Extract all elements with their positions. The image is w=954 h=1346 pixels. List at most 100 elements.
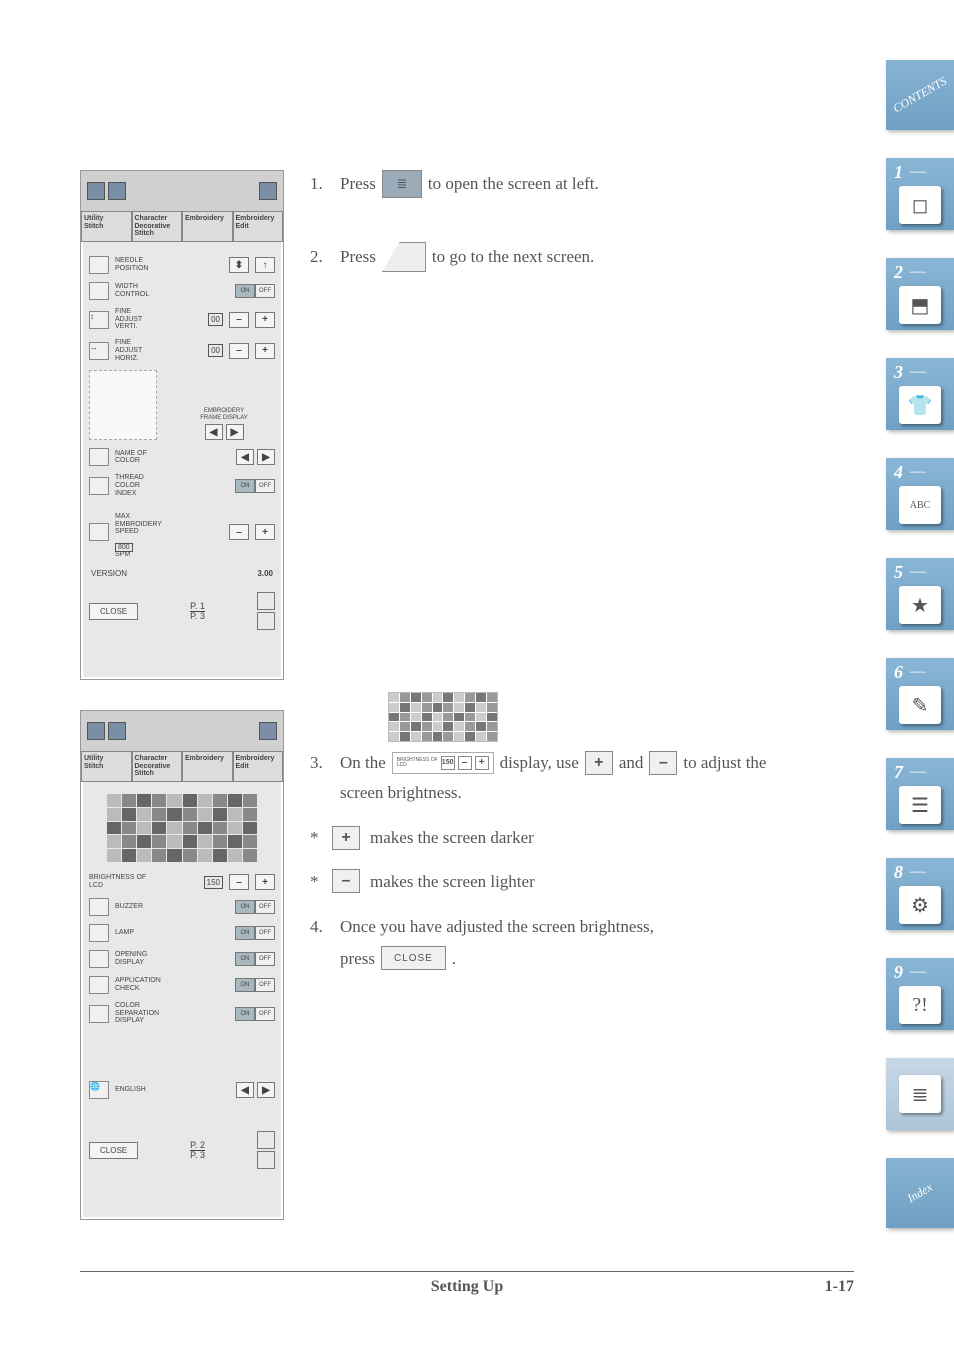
tab-chapter-7[interactable]: 7 — ☰ xyxy=(886,758,954,830)
tab-icon: ★ xyxy=(899,586,941,624)
tab-dash: — xyxy=(910,963,926,981)
brightness-inline-readout: BRIGHTNESS OF LCD 150 – + xyxy=(392,752,494,774)
step-2: 2. Press to go to the next screen. xyxy=(310,242,840,272)
tab-dash: — xyxy=(910,563,926,581)
tab-icon: ?! xyxy=(899,986,941,1024)
opening-toggle[interactable]: ONOFF xyxy=(235,952,275,966)
tab-num: 2 xyxy=(894,262,903,283)
frame-next[interactable]: ▶ xyxy=(226,424,244,440)
step-number: 4. xyxy=(310,914,334,940)
fine-horiz-value: 00 xyxy=(208,344,223,357)
frame-prev[interactable]: ◀ xyxy=(205,424,223,440)
width-toggle[interactable]: ONOFF xyxy=(235,284,275,298)
page-down-icon[interactable] xyxy=(257,1151,275,1169)
plus-button[interactable]: + xyxy=(332,826,360,850)
tab-utility[interactable]: Utility Stitch xyxy=(81,751,132,782)
page-up-icon[interactable] xyxy=(257,592,275,610)
tab-num: 5 xyxy=(894,562,903,583)
tab-chapter-5[interactable]: 5 — ★ xyxy=(886,558,954,630)
next-page-icon[interactable] xyxy=(382,242,426,272)
tab-decorative[interactable]: Character Decorative Stitch xyxy=(132,211,183,242)
fine-horiz-plus[interactable]: + xyxy=(255,343,275,359)
tab-dash: — xyxy=(910,163,926,181)
tab-icon: ⚙ xyxy=(899,886,941,924)
appcheck-toggle[interactable]: ONOFF xyxy=(235,978,275,992)
brightness-plus[interactable]: + xyxy=(255,874,275,890)
tab-chapter-4[interactable]: 4 — ABC xyxy=(886,458,954,530)
fine-horiz-label: FINE ADJUST HORIZ. xyxy=(115,339,202,362)
page-footer: Setting Up 1-17 xyxy=(80,1271,854,1296)
lang-prev[interactable]: ◀ xyxy=(236,1082,254,1098)
page-down-icon[interactable] xyxy=(257,612,275,630)
tab-icon: ⬒ xyxy=(899,286,941,324)
lang-next[interactable]: ▶ xyxy=(257,1082,275,1098)
colorsep-toggle[interactable]: ONOFF xyxy=(235,1007,275,1021)
speed-minus[interactable]: – xyxy=(229,524,249,540)
step-number: 2. xyxy=(310,244,334,270)
thread-toggle[interactable]: ONOFF xyxy=(235,479,275,493)
tab-embedit[interactable]: Embroidery Edit xyxy=(233,211,284,242)
plus-button[interactable]: + xyxy=(585,751,613,775)
tab-chapter-1[interactable]: 1 — ◻ xyxy=(886,158,954,230)
close-button[interactable]: CLOSE xyxy=(89,603,138,620)
namecolor-icon xyxy=(89,448,109,466)
horiz-icon: ↔ xyxy=(89,342,109,360)
minus-button[interactable]: – xyxy=(649,751,677,775)
note-darker: * + makes the screen darker xyxy=(310,825,840,851)
tab-dash: — xyxy=(910,263,926,281)
name-prev[interactable]: ◀ xyxy=(236,449,254,465)
minus-button[interactable]: – xyxy=(332,869,360,893)
fine-vert-minus[interactable]: – xyxy=(229,312,249,328)
page-indicator: P. 1 P. 3 xyxy=(190,602,205,621)
presser-icon[interactable] xyxy=(108,182,126,200)
speed-plus[interactable]: + xyxy=(255,524,275,540)
step-1: 1. Press ≣ to open the screen at left. xyxy=(310,170,840,198)
close-button[interactable]: CLOSE xyxy=(89,1142,138,1159)
close-button[interactable]: CLOSE xyxy=(381,946,446,970)
step-text: display, use xyxy=(500,750,579,776)
tab-utility[interactable]: Utility Stitch xyxy=(81,211,132,242)
lamp-label: LAMP xyxy=(115,929,229,937)
tab-dash: — xyxy=(910,863,926,881)
tab-contents[interactable]: CONTENTS xyxy=(886,60,954,130)
tab-chapter-9[interactable]: 9 — ?! xyxy=(886,958,954,1030)
tab-doc[interactable]: ≣ xyxy=(886,1058,954,1130)
page-up-icon[interactable] xyxy=(257,1131,275,1149)
tab-chapter-6[interactable]: 6 — ✎ xyxy=(886,658,954,730)
lamp-toggle[interactable]: ONOFF xyxy=(235,926,275,940)
presser-icon[interactable] xyxy=(108,722,126,740)
settings-icon[interactable]: ≣ xyxy=(382,170,422,198)
width-control-label: WIDTH CONTROL xyxy=(115,283,229,298)
name-color-label: NAME OF COLOR xyxy=(115,450,230,465)
step-number: 1. xyxy=(310,171,334,197)
thread-index-label: THREAD COLOR INDEX xyxy=(115,474,229,497)
plus-icon: + xyxy=(475,756,489,770)
tab-decorative[interactable]: Character Decorative Stitch xyxy=(132,751,183,782)
buzzer-toggle[interactable]: ONOFF xyxy=(235,900,275,914)
needle-right[interactable]: ↑ xyxy=(255,257,275,273)
tab-embroidery[interactable]: Embroidery xyxy=(182,751,233,782)
step-text: . xyxy=(452,946,456,972)
frame-display-label: EMBROIDERY FRAME DISPLAY xyxy=(200,408,248,421)
tab-embedit[interactable]: Embroidery Edit xyxy=(233,751,284,782)
mode-tabs: Utility Stitch Character Decorative Stit… xyxy=(81,211,283,242)
fine-vert-plus[interactable]: + xyxy=(255,312,275,328)
step-3-cont: screen brightness. xyxy=(340,780,840,806)
name-next[interactable]: ▶ xyxy=(257,449,275,465)
fine-horiz-minus[interactable]: – xyxy=(229,343,249,359)
tab-index[interactable]: Index xyxy=(886,1158,954,1228)
tab-chapter-3[interactable]: 3 — 👕 xyxy=(886,358,954,430)
tab-num: 4 xyxy=(894,462,903,483)
language-value: ENGLISH xyxy=(115,1086,230,1094)
colorsep-icon xyxy=(89,1005,109,1023)
brightness-minus[interactable]: – xyxy=(229,874,249,890)
settings-icon[interactable] xyxy=(259,182,277,200)
tab-embroidery[interactable]: Embroidery xyxy=(182,211,233,242)
settings-icon[interactable] xyxy=(259,722,277,740)
help-icon[interactable] xyxy=(87,722,105,740)
needle-left[interactable]: ⬍ xyxy=(229,257,249,273)
tab-chapter-8[interactable]: 8 — ⚙ xyxy=(886,858,954,930)
tab-num: 8 xyxy=(894,862,903,883)
help-icon[interactable] xyxy=(87,182,105,200)
tab-chapter-2[interactable]: 2 — ⬒ xyxy=(886,258,954,330)
